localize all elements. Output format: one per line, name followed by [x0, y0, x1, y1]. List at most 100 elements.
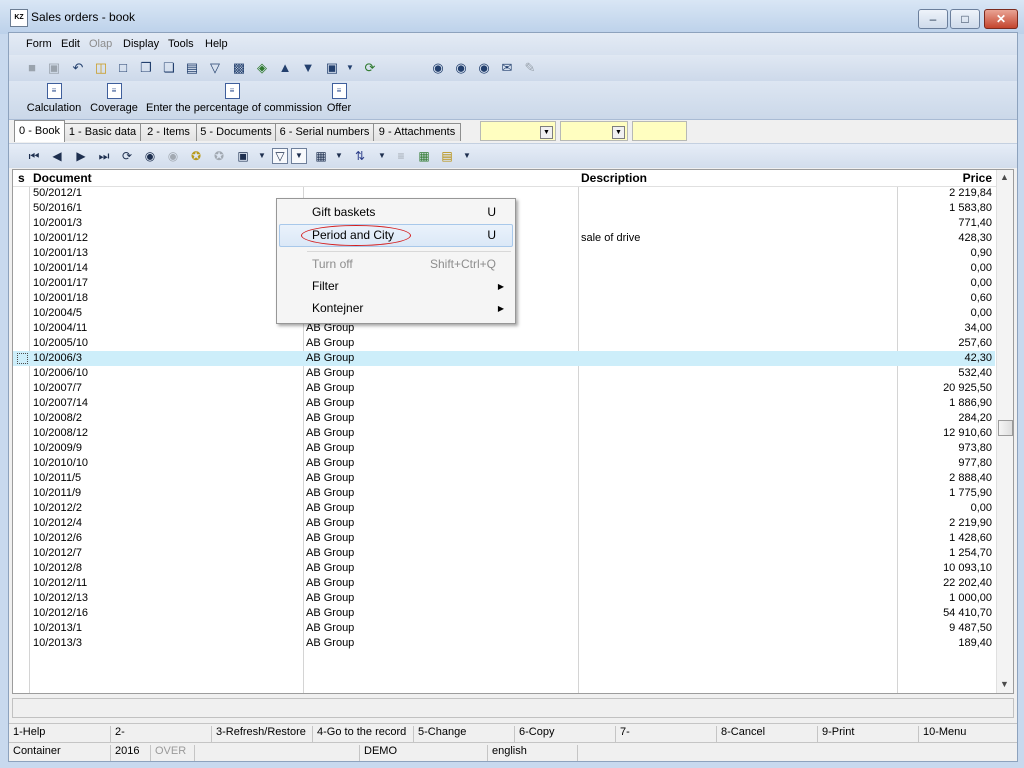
menu-edit[interactable]: Edit [61, 38, 80, 50]
document-filter-icon[interactable]: ▩ [231, 60, 247, 76]
filter-icon[interactable]: ▽ [272, 148, 288, 164]
fkey-1[interactable]: 1-Help [9, 726, 109, 742]
previous-record-icon[interactable]: ◀ [49, 148, 65, 164]
camera-icon[interactable]: ▣ [235, 148, 251, 164]
menu-tools[interactable]: Tools [168, 38, 194, 50]
table-row[interactable]: 10/2006/3 AB Group 42,30 [13, 351, 995, 366]
binoculars-icon[interactable]: ◉ [142, 148, 158, 164]
table-row[interactable]: 10/2008/2 AB Group 284,20 [13, 411, 995, 426]
table-row[interactable]: 10/2011/9 AB Group 1 775,90 [13, 486, 995, 501]
header-price[interactable]: Price [899, 171, 992, 185]
fkey-4[interactable]: 4-Go to the record [312, 726, 413, 742]
fkey-9[interactable]: 9-Print [817, 726, 918, 742]
tab-basic-data[interactable]: 1 - Basic data [64, 123, 141, 141]
table-row[interactable]: 10/2013/3 AB Group 189,40 [13, 636, 995, 651]
mail-icon[interactable]: ✉ [499, 60, 515, 76]
dropdown-arrow-icon[interactable]: ▼ [331, 148, 347, 164]
save-icon[interactable]: ■ [24, 60, 40, 76]
scroll-thumb[interactable] [998, 420, 1013, 436]
table-row[interactable]: 10/2010/10 AB Group 977,80 [13, 456, 995, 471]
binoculars-icon[interactable]: ◉ [430, 60, 446, 76]
offer-button[interactable]: ≡ Offer [324, 83, 354, 114]
table-row[interactable]: 10/2012/13 AB Group 1 000,00 [13, 591, 995, 606]
menu-form[interactable]: Form [26, 38, 52, 50]
columns-icon[interactable]: ▦ [313, 148, 329, 164]
menu-display[interactable]: Display [123, 38, 159, 50]
table-row[interactable]: 10/2012/6 AB Group 1 428,60 [13, 531, 995, 546]
table-row[interactable]: 10/2009/9 AB Group 973,80 [13, 441, 995, 456]
scroll-up-icon[interactable]: ▲ [1000, 172, 1009, 182]
notes-icon[interactable]: ▤ [439, 148, 455, 164]
dropdown-arrow-icon[interactable]: ▼ [374, 148, 390, 164]
excel-export-icon[interactable]: ▦ [416, 148, 432, 164]
tab-documents[interactable]: 5 - Documents [196, 123, 276, 141]
table-row[interactable]: 10/2007/7 AB Group 20 925,50 [13, 381, 995, 396]
undo-icon[interactable]: ↶ [70, 60, 86, 76]
refresh-icon[interactable]: ⟳ [362, 60, 378, 76]
table-row[interactable]: 10/2012/11 AB Group 22 202,40 [13, 576, 995, 591]
table-row[interactable]: 10/2008/12 AB Group 12 910,60 [13, 426, 995, 441]
header-description[interactable]: Description [581, 171, 647, 185]
fkey-10[interactable]: 10-Menu [918, 726, 1017, 742]
fkey-2[interactable]: 2- [110, 726, 211, 742]
title-bar[interactable]: KZ Sales orders - book – □ ✕ [0, 0, 1024, 34]
menu-item-kontejner[interactable]: Kontejner ▶ [278, 298, 514, 319]
arrow-up-icon[interactable]: ▲ [277, 60, 293, 76]
table-row[interactable]: 10/2007/14 AB Group 1 886,90 [13, 396, 995, 411]
filter-combo-2[interactable]: ▼ [560, 121, 628, 141]
filter-icon[interactable]: ▽ [207, 60, 223, 76]
book-icon[interactable]: ▤ [184, 60, 200, 76]
table-row[interactable]: 10/2011/5 AB Group 2 888,40 [13, 471, 995, 486]
calculation-button[interactable]: ≡ Calculation [26, 83, 82, 114]
next-record-icon[interactable]: ▶ [73, 148, 89, 164]
fkey-3[interactable]: 3-Refresh/Restore [211, 726, 312, 742]
menu-item-filter[interactable]: Filter ▶ [278, 276, 514, 297]
close-button[interactable]: ✕ [984, 9, 1018, 29]
table-row[interactable]: 10/2013/1 AB Group 9 487,50 [13, 621, 995, 636]
table-row[interactable]: 10/2012/4 AB Group 2 219,90 [13, 516, 995, 531]
dropdown-arrow-icon[interactable]: ▼ [342, 60, 358, 76]
camera-icon[interactable]: ▣ [324, 60, 340, 76]
chevron-down-icon[interactable]: ▼ [612, 126, 625, 139]
dropdown-arrow-icon[interactable]: ▼ [254, 148, 270, 164]
arrow-down-icon[interactable]: ▼ [300, 60, 316, 76]
refresh-grid-icon[interactable]: ⟳ [119, 148, 135, 164]
vertical-scrollbar[interactable]: ▲ ▼ [996, 170, 1013, 693]
tab-attachments[interactable]: 9 - Attachments [373, 123, 461, 141]
sort-az-icon[interactable]: ⇅ [352, 148, 368, 164]
open-folder-icon[interactable]: ◫ [93, 60, 109, 76]
filter-field-3[interactable] [632, 121, 687, 141]
table-row[interactable]: 10/2012/7 AB Group 1 254,70 [13, 546, 995, 561]
table-row[interactable]: 10/2012/8 AB Group 10 093,10 [13, 561, 995, 576]
add-star-icon[interactable]: ✪ [188, 148, 204, 164]
tab-book[interactable]: 0 - Book [14, 120, 65, 142]
tab-serial-numbers[interactable]: 6 - Serial numbers [275, 123, 374, 141]
chevron-down-icon[interactable]: ▼ [540, 126, 553, 139]
header-s[interactable]: s [18, 171, 25, 185]
tab-items[interactable]: 2 - Items [140, 123, 197, 141]
filter-dropdown-button[interactable]: ▼ [291, 148, 307, 164]
copy-document-icon[interactable]: ❐ [138, 60, 154, 76]
fkey-7[interactable]: 7- [615, 726, 716, 742]
binoculars-next-icon[interactable]: ◉ [476, 60, 492, 76]
binoculars-search-icon[interactable]: ◉ [453, 60, 469, 76]
first-record-icon[interactable]: ⏮ [26, 148, 42, 164]
commission-percentage-button[interactable]: ≡ Enter the percentage of commission [146, 83, 322, 114]
menu-help[interactable]: Help [205, 38, 228, 50]
filter-combo-1[interactable]: ▼ [480, 121, 556, 141]
fkey-8[interactable]: 8-Cancel [716, 726, 817, 742]
dropdown-arrow-icon[interactable]: ▼ [459, 148, 475, 164]
new-document-icon[interactable]: □ [115, 60, 131, 76]
maximize-button[interactable]: □ [950, 9, 980, 29]
scroll-down-icon[interactable]: ▼ [1000, 679, 1009, 689]
fkey-5[interactable]: 5-Change [413, 726, 514, 742]
table-row[interactable]: 10/2006/10 AB Group 532,40 [13, 366, 995, 381]
minimize-button[interactable]: – [918, 9, 948, 29]
table-row[interactable]: 10/2005/10 AB Group 257,60 [13, 336, 995, 351]
table-row[interactable]: 10/2012/16 AB Group 54 410,70 [13, 606, 995, 621]
save-all-icon[interactable]: ▣ [46, 60, 62, 76]
fkey-6[interactable]: 6-Copy [514, 726, 615, 742]
stack-icon[interactable]: ◈ [254, 60, 270, 76]
last-record-icon[interactable]: ⏭ [96, 148, 112, 164]
paste-document-icon[interactable]: ❏ [161, 60, 177, 76]
